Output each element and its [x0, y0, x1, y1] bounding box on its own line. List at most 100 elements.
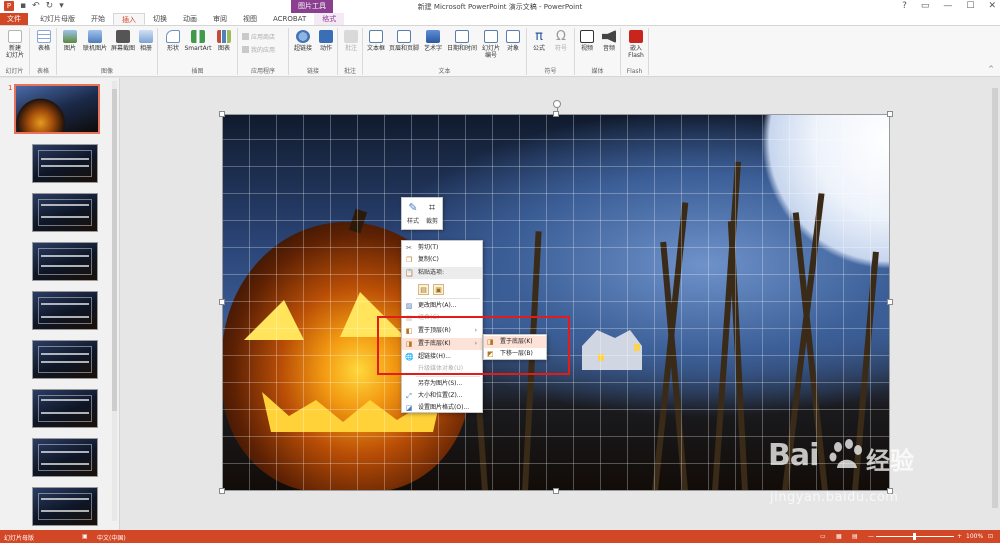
crop-button[interactable]: ⌗ 裁剪	[423, 201, 441, 225]
menu-item-size-position[interactable]: ⤢ 大小和位置(Z)...	[402, 390, 482, 402]
layout-thumbnail[interactable]	[32, 144, 98, 183]
tab-file[interactable]: 文件	[0, 13, 28, 25]
paste-options-header: 📋 粘贴选项:	[402, 267, 482, 279]
reading-view-icon[interactable]: ▤	[852, 533, 858, 540]
menu-item-send-to-back[interactable]: ◨ 置于底层(K) ›	[402, 338, 482, 350]
hyperlink-icon	[296, 30, 310, 43]
menu-item-change-picture[interactable]: ▨ 更改图片(A)...	[402, 300, 482, 312]
zoom-in-button[interactable]: +	[957, 533, 962, 540]
resize-handle[interactable]	[219, 488, 225, 494]
tab-home[interactable]: 开始	[83, 13, 113, 25]
picture-button[interactable]: 图片	[61, 30, 79, 52]
menu-item-cut[interactable]: ✂ 剪切(T)	[402, 242, 482, 254]
audio-button[interactable]: 音频	[599, 30, 619, 52]
resize-handle[interactable]	[553, 111, 559, 117]
layout-thumbnail[interactable]	[32, 193, 98, 232]
zoom-out-button[interactable]: —	[868, 533, 874, 540]
context-menu: ✂ 剪切(T) ❐ 复制(C) 📋 粘贴选项: ▤ ▣ ▨ 更改图片(A)... ▦ 组合…	[401, 240, 483, 413]
video-icon	[580, 30, 594, 43]
spellcheck-icon[interactable]: ▣	[82, 533, 88, 540]
layout-thumbnail[interactable]	[32, 291, 98, 330]
resize-handle[interactable]	[887, 111, 893, 117]
help-icon[interactable]: ?	[902, 1, 907, 11]
group-flash: 嵌入 Flash Flash	[621, 28, 649, 75]
fit-slide-icon[interactable]: ⊡	[988, 533, 993, 540]
editor-vertical-scrollbar[interactable]	[990, 78, 1000, 530]
close-icon[interactable]: ✕	[988, 1, 996, 11]
slide-number-button[interactable]: 幻灯片 编号	[479, 30, 503, 59]
shapes-button[interactable]: 形状	[164, 30, 182, 52]
equation-button[interactable]: π 公式	[529, 30, 549, 52]
symbol-button[interactable]: Ω 符号	[551, 30, 571, 52]
copy-icon: ❐	[405, 256, 413, 264]
scrollbar-thumb[interactable]	[992, 88, 998, 508]
wordart-button[interactable]: 艺术字	[421, 30, 445, 52]
header-footer-button[interactable]: 页眉和页脚	[387, 30, 421, 52]
tab-animations[interactable]: 动画	[175, 13, 205, 25]
ribbon-display-icon[interactable]: ▭	[921, 1, 930, 11]
language-label[interactable]: 中文(中国)	[97, 533, 126, 542]
style-button[interactable]: ✎ 样式	[404, 201, 422, 225]
action-button[interactable]: 动作	[316, 30, 336, 52]
my-apps-button[interactable]: 我的应用	[242, 45, 275, 54]
video-button[interactable]: 视频	[577, 30, 597, 52]
collapse-ribbon-icon[interactable]: ^	[988, 65, 994, 73]
comment-button[interactable]: 批注	[341, 30, 361, 52]
submenu-item-send-to-back[interactable]: ◨ 置于底层(K)	[484, 336, 546, 348]
new-slide-button[interactable]: 新建 幻灯片	[2, 30, 28, 59]
thumbnail-scrollbar[interactable]	[112, 81, 117, 521]
smartart-button[interactable]: SmartArt	[184, 30, 212, 52]
tab-insert[interactable]: 插入	[113, 13, 145, 25]
tab-format[interactable]: 格式	[314, 13, 345, 25]
resize-handle[interactable]	[219, 299, 225, 305]
layout-thumbnail[interactable]	[32, 389, 98, 428]
zoom-level[interactable]: 100%	[966, 533, 983, 540]
slide-sorter-icon[interactable]: ▦	[836, 533, 842, 540]
bring-to-front-icon: ◧	[405, 327, 413, 335]
datetime-button[interactable]: 日期和时间	[445, 30, 479, 52]
table-button[interactable]: 表格	[34, 30, 54, 52]
menu-item-format-picture[interactable]: ◪ 设置图片格式(O)...	[402, 402, 482, 414]
maximize-icon[interactable]: ☐	[966, 1, 974, 11]
layout-thumbnail[interactable]	[32, 487, 98, 526]
paste-keep-formatting-icon[interactable]: ▤	[418, 284, 429, 295]
paste-picture-icon[interactable]: ▣	[433, 284, 444, 295]
size-position-icon: ⤢	[406, 392, 412, 400]
hyperlink-button[interactable]: 超链接	[291, 30, 315, 52]
menu-item-hyperlink[interactable]: 🌐 超链接(H)...	[402, 351, 482, 363]
menu-item-copy[interactable]: ❐ 复制(C)	[402, 254, 482, 266]
online-picture-button[interactable]: 联机图片	[81, 30, 109, 52]
slide-number-label: 1	[8, 84, 13, 92]
resize-handle[interactable]	[887, 299, 893, 305]
slide-thumbnail-master[interactable]	[14, 84, 100, 134]
halloween-picture[interactable]	[222, 114, 890, 491]
layout-thumbnail[interactable]	[32, 438, 98, 477]
menu-item-save-as-picture[interactable]: 另存为图片(S)...	[402, 378, 482, 390]
minimize-icon[interactable]: —	[943, 1, 952, 11]
tab-acrobat[interactable]: ACROBAT	[265, 13, 314, 25]
submenu-item-send-backward[interactable]: ◩ 下移一层(B)	[484, 348, 546, 360]
object-button[interactable]: 对象	[503, 30, 523, 52]
tab-view[interactable]: 视图	[235, 13, 265, 25]
layout-thumbnail[interactable]	[32, 340, 98, 379]
tab-transitions[interactable]: 切换	[145, 13, 175, 25]
scrollbar-thumb[interactable]	[112, 89, 117, 411]
tab-slide-master[interactable]: 幻灯片母版	[32, 13, 83, 25]
crop-icon: ⌗	[428, 201, 436, 214]
baidu-logo-text: Bai	[768, 438, 819, 473]
embed-flash-button[interactable]: 嵌入 Flash	[624, 30, 648, 59]
album-button[interactable]: 相册	[137, 30, 155, 52]
chart-button[interactable]: 图表	[214, 30, 234, 52]
tab-review[interactable]: 审阅	[205, 13, 235, 25]
textbox-button[interactable]: 文本框	[365, 30, 387, 52]
zoom-slider-thumb[interactable]	[913, 533, 916, 540]
layout-thumbnail[interactable]	[32, 242, 98, 281]
resize-handle[interactable]	[219, 111, 225, 117]
rotate-handle[interactable]	[553, 100, 561, 108]
status-bar: 幻灯片母版 ▣ 中文(中国) ▭ ▦ ▤ — + 100% ⊡	[0, 530, 1000, 543]
menu-item-bring-to-front[interactable]: ◧ 置于顶层(R) ›	[402, 325, 482, 337]
app-store-button[interactable]: 应用商店	[242, 32, 275, 41]
resize-handle[interactable]	[553, 488, 559, 494]
normal-view-icon[interactable]: ▭	[820, 533, 826, 540]
screenshot-button[interactable]: 屏幕截图	[109, 30, 137, 52]
